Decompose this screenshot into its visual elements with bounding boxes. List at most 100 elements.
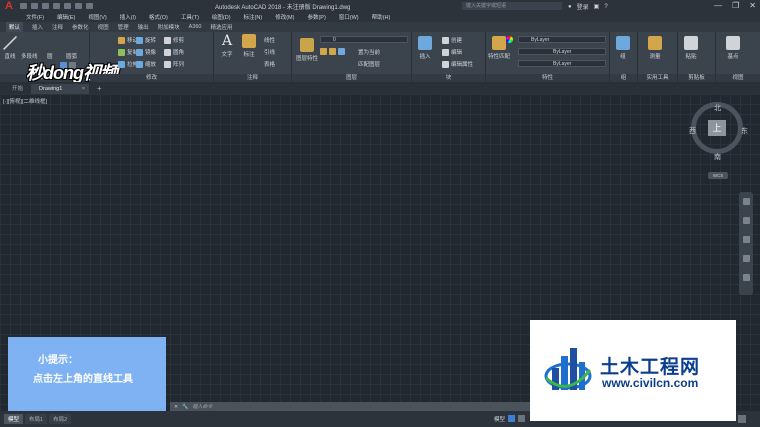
layers-panel-label[interactable]: 图层	[292, 74, 411, 82]
login-button[interactable]: 登录	[577, 2, 589, 11]
menu-help[interactable]: 帮助(H)	[372, 13, 391, 21]
new-tab-button[interactable]: +	[89, 84, 110, 94]
app-menu-button[interactable]: A	[0, 0, 18, 12]
command-input[interactable]: 键入命令	[192, 403, 212, 410]
table-button[interactable]: 表格	[264, 60, 275, 68]
close-tab-icon[interactable]: ×	[82, 84, 85, 94]
line-tool-button[interactable]: 直线	[3, 36, 17, 60]
menu-draw[interactable]: 绘图(D)	[212, 13, 231, 21]
layer-properties-button[interactable]: 图层特性	[296, 38, 318, 62]
orbit-icon[interactable]	[742, 255, 750, 262]
edit-block-button[interactable]: 编辑	[442, 48, 462, 56]
pan-icon[interactable]	[742, 217, 750, 224]
layout2-tab[interactable]: 布局2	[49, 414, 72, 424]
compass-north[interactable]: 北	[714, 103, 721, 113]
measure-button[interactable]: 测量	[648, 36, 662, 60]
modify-panel-label[interactable]: 修改	[90, 74, 213, 82]
zoom-icon[interactable]	[742, 236, 750, 243]
viewcube-top-face[interactable]: 上	[708, 120, 726, 136]
tab-default[interactable]: 默认	[6, 22, 24, 32]
menu-file[interactable]: 文件(F)	[26, 13, 44, 21]
snap-toggle-icon[interactable]	[518, 415, 525, 422]
menu-format[interactable]: 格式(O)	[149, 13, 168, 21]
leader-button[interactable]: 引线	[264, 48, 275, 56]
move-button[interactable]: 移动	[118, 36, 138, 44]
layer-freeze-icon[interactable]	[338, 48, 345, 55]
make-current-button[interactable]: 置为当前	[358, 48, 380, 56]
linetype-dropdown[interactable]: ByLayer	[518, 48, 606, 55]
scale-button[interactable]: 缩放	[136, 60, 156, 68]
compass-west[interactable]: 西	[689, 126, 696, 136]
block-panel-label[interactable]: 块	[412, 74, 485, 82]
save-as-icon[interactable]	[53, 3, 60, 9]
new-icon[interactable]	[20, 3, 27, 9]
trim-button[interactable]: 修剪	[164, 36, 184, 44]
layer-off-icon[interactable]	[320, 48, 327, 55]
menu-dimension[interactable]: 标注(N)	[244, 13, 263, 21]
tab-addins[interactable]: 附加模块	[158, 23, 180, 31]
view-panel-label[interactable]: 视图	[716, 74, 760, 82]
close-command-icon[interactable]: ✕	[174, 404, 178, 410]
maximize-button[interactable]: ❐	[732, 1, 739, 10]
open-icon[interactable]	[31, 3, 38, 9]
match-layer-button[interactable]: 匹配图层	[358, 60, 380, 68]
minimize-button[interactable]: —	[714, 1, 722, 10]
showmotion-icon[interactable]	[742, 274, 750, 281]
color-dropdown[interactable]: ByLayer	[518, 36, 606, 43]
utilities-panel-label[interactable]: 实用工具	[638, 74, 677, 82]
menu-view[interactable]: 视图(V)	[88, 13, 106, 21]
groups-panel-label[interactable]: 组	[610, 74, 637, 82]
text-button[interactable]: A 文字	[220, 34, 234, 58]
compass-east[interactable]: 东	[741, 126, 748, 136]
customize-icon[interactable]: 🔧	[182, 404, 188, 410]
close-button[interactable]: ✕	[749, 1, 756, 10]
array-button[interactable]: 阵列	[164, 60, 184, 68]
base-view-button[interactable]: 基点	[726, 36, 740, 60]
user-icon[interactable]: ●	[568, 4, 572, 10]
edit-attributes-button[interactable]: 编辑属性	[442, 60, 473, 68]
search-input[interactable]: 键入关键字或短语	[462, 2, 562, 10]
linear-button[interactable]: 线性	[264, 36, 275, 44]
stretch-button[interactable]: 拉伸	[118, 60, 138, 68]
properties-panel-label[interactable]: 特性	[486, 74, 609, 82]
customize-status-icon[interactable]	[738, 415, 746, 423]
create-block-button[interactable]: 创建	[442, 36, 462, 44]
color-wheel-icon[interactable]	[506, 36, 513, 43]
steering-wheel-icon[interactable]	[742, 198, 750, 205]
mirror-button[interactable]: 镜像	[136, 48, 156, 56]
menu-parametric[interactable]: 参数(P)	[307, 13, 325, 21]
compass-south[interactable]: 南	[714, 152, 721, 162]
tab-view[interactable]: 视图	[98, 23, 109, 31]
lineweight-dropdown[interactable]: ByLayer	[518, 60, 606, 67]
viewport-controls[interactable]: [-][俯视][二维线框]	[3, 97, 47, 105]
tab-insert[interactable]: 插入	[32, 23, 43, 31]
fillet-button[interactable]: 圆角	[164, 48, 184, 56]
layer-isolate-icon[interactable]	[329, 48, 336, 55]
grid-toggle-icon[interactable]	[508, 415, 515, 422]
menu-edit[interactable]: 编辑(E)	[57, 13, 75, 21]
drawing1-tab[interactable]: Drawing1 ×	[31, 84, 90, 94]
start-tab[interactable]: 开始	[4, 84, 31, 94]
tab-parametric[interactable]: 参数化	[72, 23, 89, 31]
menu-modify[interactable]: 修改(M)	[275, 13, 294, 21]
tab-annotate[interactable]: 注释	[52, 23, 63, 31]
layout1-tab[interactable]: 布局1	[25, 414, 48, 424]
copy-button[interactable]: 复制	[118, 48, 138, 56]
cart-icon[interactable]: ▣	[594, 3, 600, 10]
wcs-menu[interactable]: WCS	[708, 172, 728, 179]
plot-icon[interactable]	[64, 3, 71, 9]
menu-insert[interactable]: 插入(I)	[120, 13, 136, 21]
tab-output[interactable]: 输出	[138, 23, 149, 31]
tab-featured-apps[interactable]: 精选应用	[210, 23, 232, 31]
menu-window[interactable]: 窗口(W)	[339, 13, 359, 21]
annotation-panel-label[interactable]: 注释	[214, 74, 291, 82]
undo-icon[interactable]	[75, 3, 82, 9]
tab-manage[interactable]: 管理	[118, 23, 129, 31]
redo-icon[interactable]	[86, 3, 93, 9]
save-icon[interactable]	[42, 3, 49, 9]
dimension-button[interactable]: 标注	[242, 34, 256, 58]
paste-button[interactable]: 粘贴	[684, 36, 698, 60]
model-space-button[interactable]: 模型	[494, 415, 505, 423]
menu-tools[interactable]: 工具(T)	[181, 13, 199, 21]
help-icon[interactable]: ?	[604, 4, 607, 10]
